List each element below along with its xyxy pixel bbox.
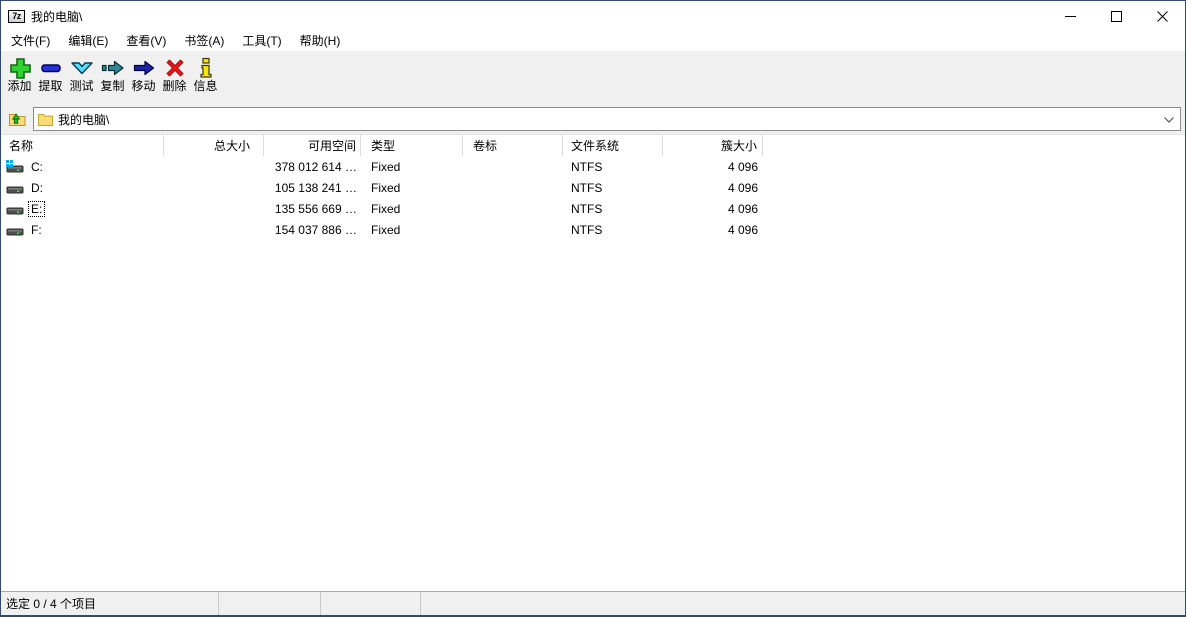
copy-button-label: 复制	[100, 79, 124, 94]
test-button[interactable]: 测试	[66, 55, 97, 94]
menu-edit[interactable]: 编辑(E)	[59, 30, 117, 52]
cell-cluster-size: 4 096	[663, 177, 763, 198]
cell-type: Fixed	[361, 219, 463, 240]
delete-button-label: 删除	[162, 79, 186, 94]
drive-name: F:	[29, 223, 44, 237]
address-path: 我的电脑\	[58, 111, 109, 128]
cell-type: Fixed	[361, 156, 463, 177]
column-header-cluster-size[interactable]: 簇大小	[663, 135, 763, 156]
addressbar: 我的电脑\	[1, 104, 1185, 134]
cell-file-system: NTFS	[563, 198, 663, 219]
menubar: 文件(F) 编辑(E) 查看(V) 书签(A) 工具(T) 帮助(H)	[1, 31, 1185, 52]
copy-arrow-icon	[101, 57, 125, 79]
cell-file-system: NTFS	[563, 156, 663, 177]
menu-help[interactable]: 帮助(H)	[291, 30, 350, 52]
minimize-icon	[1065, 11, 1076, 22]
delete-x-icon	[163, 57, 187, 79]
column-header-total-size[interactable]: 总大小	[164, 135, 264, 156]
parent-folder-icon	[8, 110, 28, 128]
cell-cluster-size: 4 096	[663, 198, 763, 219]
column-header-free-space[interactable]: 可用空间	[264, 135, 361, 156]
table-row[interactable]: E: 135 556 669 … Fixed NTFS 4 096	[1, 198, 1185, 219]
add-button-label: 添加	[7, 79, 31, 94]
close-icon	[1157, 11, 1168, 22]
cell-label	[463, 198, 563, 219]
info-button-label: 信息	[193, 79, 217, 94]
cell-cluster-size: 4 096	[663, 219, 763, 240]
cell-type: Fixed	[361, 177, 463, 198]
column-header-type[interactable]: 类型	[361, 135, 463, 156]
move-button-label: 移动	[131, 79, 155, 94]
maximize-icon	[1111, 11, 1122, 22]
list-header: 名称 总大小 可用空间 类型 卷标 文件系统 簇大小	[1, 135, 1185, 156]
parent-folder-button[interactable]	[3, 106, 33, 132]
file-list: 名称 总大小 可用空间 类型 卷标 文件系统 簇大小 C: 378 012 61	[1, 134, 1185, 591]
minimize-button[interactable]	[1047, 1, 1093, 31]
cell-total-size	[164, 219, 264, 240]
cell-file-system: NTFS	[563, 177, 663, 198]
app-window: 7z 我的电脑\ 文件(F) 编辑(E) 查看(V) 书签(A) 工具(T) 帮…	[0, 0, 1186, 617]
test-check-icon	[70, 57, 94, 79]
cell-total-size	[164, 198, 264, 219]
cell-free-space: 154 037 886 …	[264, 219, 361, 240]
info-i-icon	[194, 57, 218, 79]
extract-button[interactable]: 提取	[35, 55, 66, 94]
menu-file[interactable]: 文件(F)	[2, 30, 59, 52]
status-selection: 选定 0 / 4 个项目	[1, 592, 219, 615]
status-panel-3	[321, 592, 421, 615]
add-plus-icon	[8, 57, 32, 79]
cell-type: Fixed	[361, 198, 463, 219]
info-button[interactable]: 信息	[190, 55, 221, 94]
drive-icon	[5, 222, 25, 238]
move-button[interactable]: 移动	[128, 55, 159, 94]
column-header-label[interactable]: 卷标	[463, 135, 563, 156]
extract-minus-icon	[39, 57, 63, 79]
drive-name-focused: E:	[29, 202, 44, 216]
add-button[interactable]: 添加	[4, 55, 35, 94]
copy-button[interactable]: 复制	[97, 55, 128, 94]
status-panel-rest	[421, 592, 1185, 615]
menu-tools[interactable]: 工具(T)	[233, 30, 290, 52]
drive-icon	[5, 180, 25, 196]
cell-total-size	[164, 177, 264, 198]
cell-free-space: 135 556 669 …	[264, 198, 361, 219]
table-row[interactable]: C: 378 012 614 … Fixed NTFS 4 096	[1, 156, 1185, 177]
address-combobox[interactable]: 我的电脑\	[33, 107, 1181, 131]
cell-label	[463, 177, 563, 198]
drive-name: D:	[29, 181, 45, 195]
extract-button-label: 提取	[38, 79, 62, 94]
drive-icon	[5, 201, 25, 217]
chevron-down-icon[interactable]	[1164, 112, 1174, 126]
window-title: 我的电脑\	[31, 8, 82, 25]
drive-name: C:	[29, 160, 45, 174]
folder-icon	[38, 113, 53, 126]
menu-bookmarks[interactable]: 书签(A)	[175, 30, 233, 52]
table-row[interactable]: F: 154 037 886 … Fixed NTFS 4 096	[1, 219, 1185, 240]
statusbar: 选定 0 / 4 个项目	[1, 591, 1185, 615]
cell-free-space: 105 138 241 …	[264, 177, 361, 198]
cell-file-system: NTFS	[563, 219, 663, 240]
maximize-button[interactable]	[1093, 1, 1139, 31]
cell-label	[463, 219, 563, 240]
column-header-file-system[interactable]: 文件系统	[563, 135, 663, 156]
delete-button[interactable]: 删除	[159, 55, 190, 94]
cell-cluster-size: 4 096	[663, 156, 763, 177]
app-icon: 7z	[8, 10, 25, 23]
cell-label	[463, 156, 563, 177]
move-arrow-icon	[132, 57, 156, 79]
close-button[interactable]	[1139, 1, 1185, 31]
menu-view[interactable]: 查看(V)	[117, 30, 175, 52]
test-button-label: 测试	[69, 79, 93, 94]
cell-total-size	[164, 156, 264, 177]
system-drive-icon	[5, 159, 25, 175]
titlebar: 7z 我的电脑\	[1, 1, 1185, 31]
status-panel-2	[219, 592, 321, 615]
column-header-name[interactable]: 名称	[1, 135, 164, 156]
table-row[interactable]: D: 105 138 241 … Fixed NTFS 4 096	[1, 177, 1185, 198]
toolbar: 添加 提取 测试 复制	[1, 52, 1185, 104]
cell-free-space: 378 012 614 …	[264, 156, 361, 177]
